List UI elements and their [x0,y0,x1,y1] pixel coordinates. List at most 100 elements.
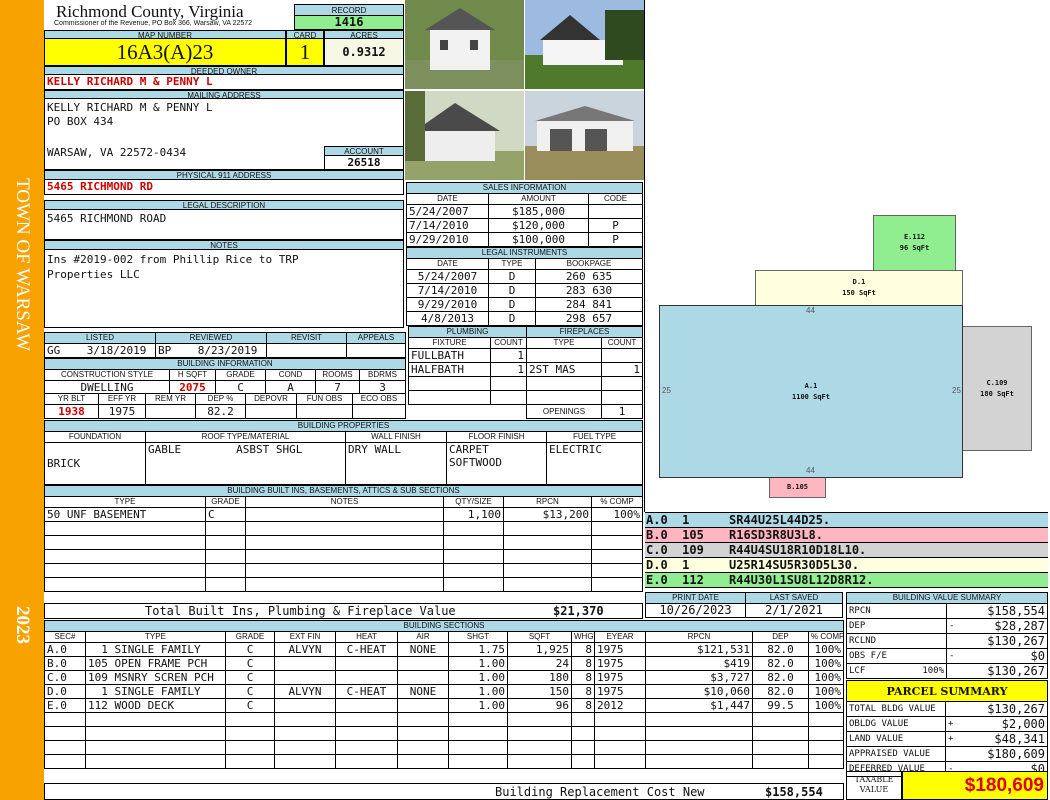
cell [335,712,398,727]
mailing-line: KELLY RICHARD M & PENNY L [47,101,213,114]
cell [274,712,336,727]
sales-table: SALES INFORMATION DATE AMOUNT CODE 5/24/20… [406,182,643,247]
cell: P [588,218,643,233]
col-header: REVISIT [266,332,347,344]
cell [274,740,336,755]
cell [896,603,947,619]
cell: NONE [397,642,449,657]
cell [44,535,206,550]
col-header: AMOUNT [488,193,589,205]
sale-row: 9/29/2010 $100,000 P [406,232,643,247]
cell: 5/24/2007 [406,269,489,284]
cell [896,648,947,664]
roof-material: ASBST SHGL [236,443,303,457]
cell [896,633,947,649]
cell [645,712,753,727]
cell [397,656,449,671]
plumbing-row: FULLBATH 1 [408,348,527,363]
cell: OBS F/E [846,648,897,664]
plumbing-row: HALFBATH 1 [408,362,527,377]
builtin-row [44,577,643,592]
col-header: SQFT [507,631,572,643]
cell [245,521,444,536]
cell: 109 MSNRY SCREN PCH [85,670,226,685]
builtins-total-label: Total Built Ins, Plumbing & Fireplace Va… [145,604,456,618]
cell [448,754,508,769]
cell: 100% [808,698,844,713]
cell: D.0 [44,684,86,699]
value-summary-row: DEP - $28,287 [846,618,1048,634]
sidebar: TOWN OF WARSAW 2023 [0,0,44,800]
cell: 8 [571,642,595,657]
cell [225,740,275,755]
col-header: COUNT [490,337,527,349]
cell [594,726,646,741]
builtin-row [44,563,643,578]
cell [397,740,449,755]
cell: 100% [808,684,844,699]
cell: 82.0 [752,656,809,671]
cell: 1,925 [507,642,572,657]
cell [448,726,508,741]
cell [526,348,602,363]
cell: 1.00 [448,698,508,713]
builtin-row [44,549,643,564]
last-saved: 2/1/2021 [745,603,843,618]
cell: 1 [490,348,527,363]
cell: NONE [397,684,449,699]
replacement-cost-row: Building Replacement Cost New $158,554 [44,783,844,800]
instrument-row: 4/8/2013 D 298 657 [406,311,643,326]
cell [397,698,449,713]
sketch-section-c: C.109 180 SqFt [962,326,1032,451]
cell: 1975 [594,656,646,671]
col-header: NOTES [245,496,444,508]
legal-instruments-table: LEGAL INSTRUMENTS DATE TYPE BOOKPAGE 5/24/… [406,247,643,326]
cell: $130,267 [960,633,1048,649]
cell [443,521,504,536]
cell: $180,609 [959,746,1048,762]
cell: 7/14/2010 [406,218,489,233]
sketch-legend-row: C.0 109 R44U4SU18R10D18L10. [645,543,1048,558]
cell: 1975 [594,642,646,657]
cell [594,712,646,727]
cell [507,754,572,769]
card-number: 1 [286,39,324,66]
cell [205,549,246,564]
cell: 1 SINGLE FAMILY [85,684,226,699]
cell: $419 [645,656,753,671]
col-header: DEP [752,631,809,643]
sales-label: SALES INFORMATION [406,182,643,194]
cell [571,726,595,741]
mailing-line: PO BOX 434 [47,115,114,128]
cell: 100% [896,663,947,679]
cell [507,726,572,741]
cell [601,348,643,363]
floor-finish: SOFTWOOD [449,456,502,469]
cell: 100% [808,670,844,685]
cell: D [488,283,536,298]
cell: B.0 [44,656,86,671]
cell [44,740,86,755]
cell: C-HEAT [335,684,398,699]
cell [44,712,86,727]
card-label: CARD [286,30,324,39]
cell [443,549,504,564]
cell: $130,267 [960,663,1048,679]
cell: 1,100 [443,507,504,522]
cell: 1 [601,362,643,377]
cell [274,726,336,741]
cell: RPCN [846,603,897,619]
deeded-owner: KELLY RICHARD M & PENNY L [44,75,404,90]
cell [503,577,592,592]
cell [44,726,86,741]
building-info-table1: BUILDING INFORMATION CONSTRUCTION STYLE H… [44,358,406,395]
cell: C [225,656,275,671]
cell [397,726,449,741]
col-header: EYEAR [594,631,646,643]
sketch-legend-row: A.0 1 SR44U25L44D25. [645,513,1048,528]
cell: 24 [507,656,572,671]
cell [85,726,226,741]
depreciation-pct: 82.2 [195,404,246,419]
cell: 1975 [594,684,646,699]
instruments-label: LEGAL INSTRUMENTS [406,247,643,259]
